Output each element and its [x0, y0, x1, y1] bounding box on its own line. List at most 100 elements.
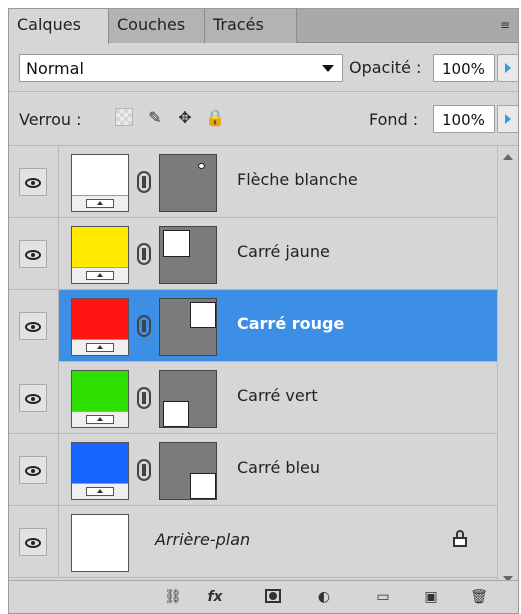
layer-row[interactable]: Flèche blanche — [9, 146, 499, 218]
panel-tabs: Calques Couches Tracés ≡ — [9, 9, 518, 44]
lock-row: Verrou : ✎ ✥ 🔒 Fond : 100% — [9, 92, 518, 146]
brush-icon[interactable]: ✎ — [145, 108, 165, 128]
layer-thumbnail[interactable] — [71, 154, 129, 212]
visibility-cell[interactable] — [9, 362, 59, 434]
visibility-toggle[interactable] — [19, 168, 47, 196]
lock-icon[interactable]: 🔒 — [205, 108, 225, 128]
fond-field[interactable]: 100% — [433, 105, 495, 133]
tab-traces-label: Tracés — [213, 15, 264, 34]
visibility-cell[interactable] — [9, 146, 59, 218]
checkerboard-icon[interactable] — [115, 108, 133, 126]
thumbnail-footer — [72, 267, 128, 283]
link-icon[interactable] — [137, 315, 151, 337]
tab-calques-label: Calques — [17, 15, 81, 34]
trash-icon[interactable]: 🗑 — [467, 587, 491, 607]
tab-calques[interactable]: Calques — [9, 9, 109, 44]
layer-row[interactable]: Carré bleu — [9, 434, 499, 506]
link-icon[interactable] — [137, 243, 151, 265]
mask-thumbnail[interactable] — [159, 154, 217, 212]
mask-shape — [198, 163, 205, 169]
thumbnail-footer — [72, 339, 128, 355]
mask-shape — [190, 302, 216, 328]
scrollbar[interactable] — [497, 146, 518, 590]
layer-color-swatch — [72, 515, 128, 571]
visibility-toggle[interactable] — [19, 240, 47, 268]
thumbnail-footer — [72, 483, 128, 499]
layer-row-selected[interactable]: Carré rouge — [9, 290, 499, 362]
fond-label: Fond : — [369, 110, 419, 129]
layer-color-swatch — [72, 443, 128, 485]
mask-thumbnail[interactable] — [159, 442, 217, 500]
scroll-up-icon[interactable] — [503, 154, 513, 160]
mask-thumbnail[interactable] — [159, 370, 217, 428]
menu-icon[interactable]: ≡ — [492, 18, 510, 32]
layers-panel: Calques Couches Tracés ≡ Normal Opacité … — [8, 8, 519, 614]
visibility-cell[interactable] — [9, 434, 59, 506]
opacity-label: Opacité : — [349, 58, 422, 77]
layer-color-swatch — [72, 299, 128, 341]
tab-traces[interactable]: Tracés — [205, 9, 297, 43]
layer-name: Carré vert — [237, 386, 318, 405]
layer-color-swatch — [72, 371, 128, 413]
layer-thumbnail[interactable] — [71, 442, 129, 500]
visibility-cell[interactable] — [9, 506, 59, 578]
background-layer-row[interactable]: Arrière-plan — [9, 506, 499, 578]
fond-value: 100% — [442, 111, 485, 129]
eye-icon — [25, 394, 41, 404]
opacity-field[interactable]: 100% — [433, 54, 495, 82]
adjustment-icon — [86, 487, 114, 496]
visibility-toggle[interactable] — [19, 312, 47, 340]
eye-icon — [25, 178, 41, 188]
visibility-toggle[interactable] — [19, 456, 47, 484]
link-icon[interactable]: ⛓ — [161, 587, 185, 607]
lock-icons: ✎ ✥ 🔒 — [115, 106, 235, 132]
fx-icon: fx — [207, 589, 223, 605]
layer-thumbnail[interactable] — [71, 370, 129, 428]
eye-icon — [25, 466, 41, 476]
mask-shape — [163, 230, 190, 257]
lock-icon — [453, 530, 469, 548]
visibility-toggle[interactable] — [19, 384, 47, 412]
layer-name: Carré bleu — [237, 458, 321, 477]
opacity-value: 100% — [442, 60, 485, 78]
layer-thumbnail[interactable] — [71, 226, 129, 284]
adjustment-icon — [86, 415, 114, 424]
thumbnail-footer — [72, 195, 128, 211]
layer-name: Carré rouge — [237, 314, 345, 333]
link-icon[interactable] — [137, 459, 151, 481]
fond-slider-toggle[interactable] — [497, 105, 518, 133]
new-layer-icon[interactable]: ▣ — [419, 587, 443, 607]
link-icon[interactable] — [137, 387, 151, 409]
layer-thumbnail[interactable] — [71, 298, 129, 356]
blend-mode-value: Normal — [26, 59, 84, 78]
move-icon[interactable]: ✥ — [175, 108, 195, 128]
adjustment-icon[interactable]: ◐ — [312, 587, 336, 607]
adjustment-icon — [86, 271, 114, 280]
link-icon[interactable] — [137, 171, 151, 193]
visibility-cell[interactable] — [9, 290, 59, 362]
blend-mode-select[interactable]: Normal — [19, 54, 343, 82]
layer-name: Carré jaune — [237, 242, 330, 261]
thumbnail-footer — [72, 411, 128, 427]
tab-couches-label: Couches — [117, 15, 186, 34]
layer-row[interactable]: Carré jaune — [9, 218, 499, 290]
visibility-cell[interactable] — [9, 218, 59, 290]
fx-button[interactable]: fx — [203, 587, 227, 607]
folder-icon[interactable]: ▭ — [371, 587, 395, 607]
visibility-toggle[interactable] — [19, 528, 47, 556]
chevron-down-icon — [322, 65, 334, 72]
mask-thumbnail[interactable] — [159, 226, 217, 284]
mask-icon[interactable] — [261, 587, 285, 607]
tab-couches[interactable]: Couches — [109, 9, 205, 43]
background-thumbnail[interactable] — [71, 514, 129, 572]
eye-icon — [25, 250, 41, 260]
layer-row[interactable]: Carré vert — [9, 362, 499, 434]
background-layer-name: Arrière-plan — [155, 530, 251, 549]
layers-list: Flèche blanche Carré jaune Carré rouge C… — [9, 146, 518, 590]
mask-thumbnail[interactable] — [159, 298, 217, 356]
adjustment-icon — [86, 343, 114, 352]
eye-icon — [25, 538, 41, 548]
layers-toolbar: ⛓ fx ◐ ▭ ▣ 🗑 — [9, 580, 518, 613]
opacity-slider-toggle[interactable] — [497, 54, 518, 82]
layer-color-swatch — [72, 155, 128, 197]
